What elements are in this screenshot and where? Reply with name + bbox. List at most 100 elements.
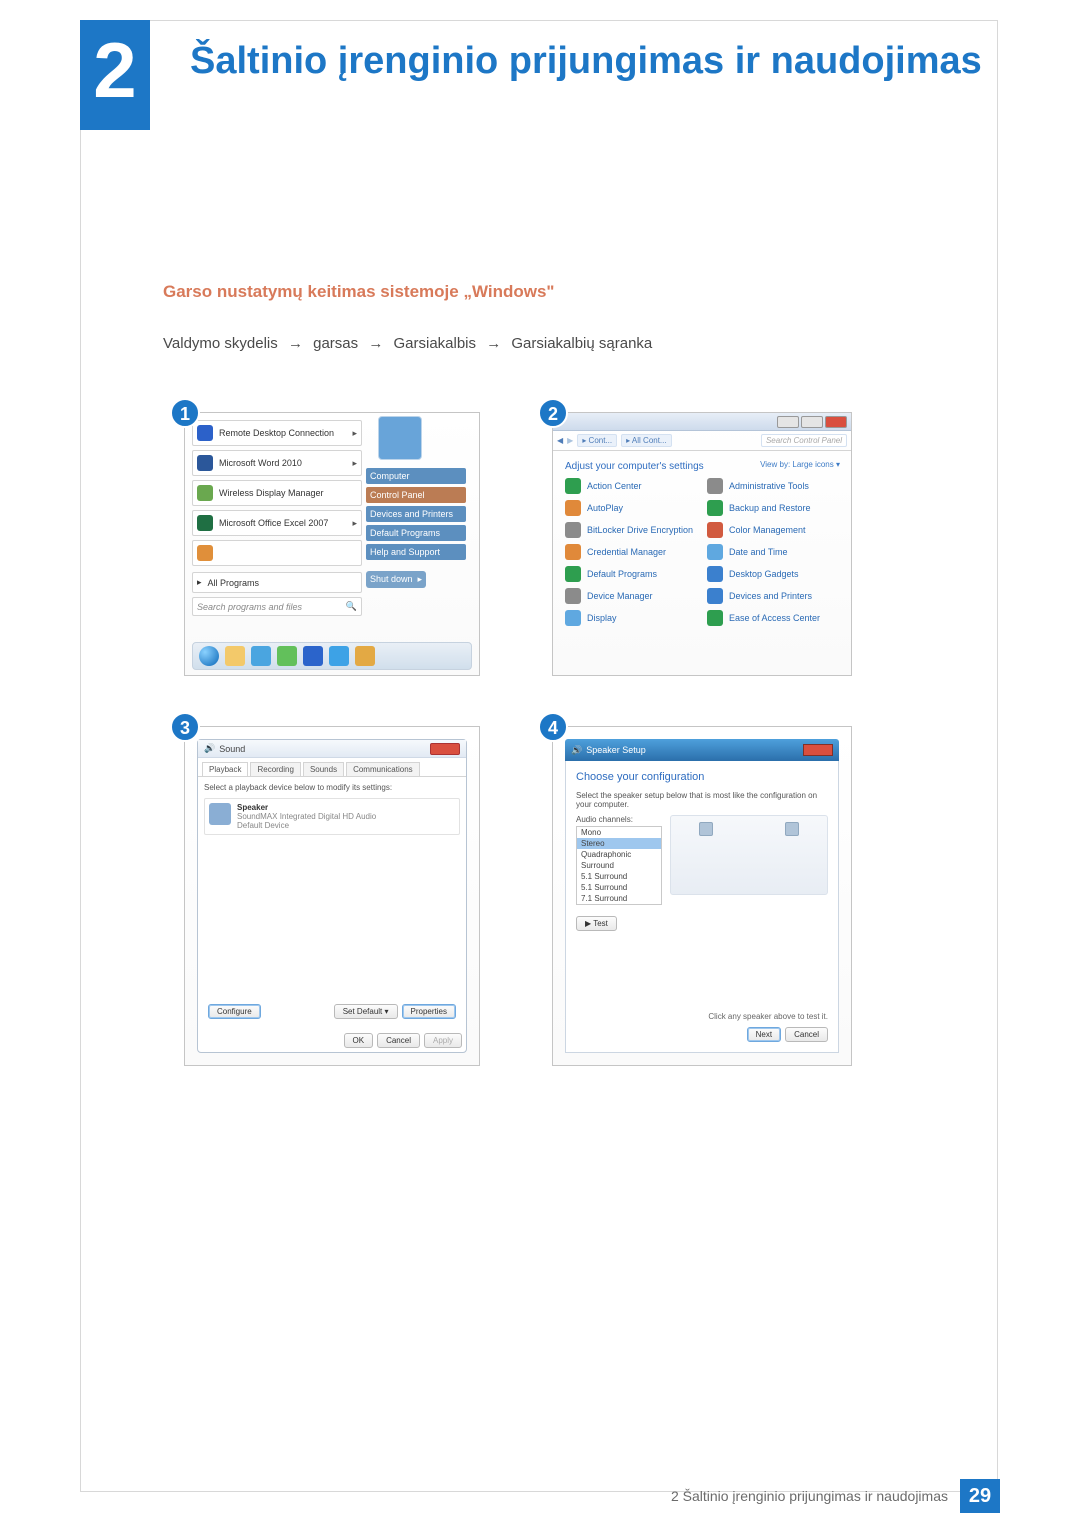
- gadgets-icon: [707, 566, 723, 582]
- apply-button[interactable]: Apply: [424, 1033, 462, 1048]
- tab-playback[interactable]: Playback: [202, 762, 248, 776]
- taskbar-icon[interactable]: [251, 646, 271, 666]
- start-menu-label: [219, 548, 222, 558]
- start-menu-item[interactable]: Microsoft Office Excel 2007▸: [192, 510, 362, 536]
- cp-item[interactable]: Device Manager: [565, 588, 697, 604]
- tab-communications[interactable]: Communications: [346, 762, 420, 776]
- channel-option[interactable]: 5.1 Surround: [577, 871, 661, 882]
- printer-icon: [707, 588, 723, 604]
- start-right-link[interactable]: Help and Support: [366, 544, 466, 560]
- tab-strip: Playback Recording Sounds Communications: [198, 758, 466, 777]
- close-icon[interactable]: [825, 416, 847, 428]
- speaker-right-icon[interactable]: [785, 822, 799, 836]
- breadcrumb[interactable]: ▸ Cont...: [577, 434, 617, 447]
- start-right-link[interactable]: Devices and Printers: [366, 506, 466, 522]
- back-icon[interactable]: ◀: [557, 436, 563, 445]
- speaker-left-icon[interactable]: [699, 822, 713, 836]
- cp-item[interactable]: Administrative Tools: [707, 478, 839, 494]
- speaker-icon: 🔊: [571, 745, 582, 756]
- screenshot-step-2: 2 ◀ ▶ ▸ Cont... ▸ All Cont... Search Con…: [552, 412, 852, 676]
- clock-icon: [707, 544, 723, 560]
- cp-item[interactable]: Devices and Printers: [707, 588, 839, 604]
- cancel-button[interactable]: Cancel: [785, 1027, 828, 1042]
- test-button[interactable]: ▶ Test: [576, 916, 617, 931]
- start-right-link[interactable]: Computer: [366, 468, 466, 484]
- cp-item-label: Backup and Restore: [729, 503, 811, 513]
- start-orb-icon[interactable]: [199, 646, 219, 666]
- cp-item-label: Color Management: [729, 525, 806, 535]
- step-badge-2: 2: [538, 398, 568, 428]
- maximize-icon[interactable]: [801, 416, 823, 428]
- channel-option[interactable]: Quadraphonic: [577, 849, 661, 860]
- arrow-icon: →: [368, 335, 383, 352]
- tab-sounds[interactable]: Sounds: [303, 762, 344, 776]
- next-button[interactable]: Next: [747, 1027, 781, 1042]
- screenshot-step-4: 4 🔊 Speaker Setup Choose your configurat…: [552, 726, 852, 1066]
- channel-option[interactable]: Surround: [577, 860, 661, 871]
- excel-icon: [197, 515, 213, 531]
- cp-item[interactable]: Color Management: [707, 522, 839, 538]
- screenshot-step-3: 3 🔊 Sound Playback Recording Sounds Comm…: [184, 726, 480, 1066]
- set-default-button[interactable]: Set Default ▾: [334, 1004, 398, 1019]
- cp-item[interactable]: Display: [565, 610, 697, 626]
- taskbar: [192, 642, 472, 670]
- taskbar-icon[interactable]: [355, 646, 375, 666]
- configure-button[interactable]: Configure: [208, 1004, 261, 1019]
- cp-item[interactable]: Date and Time: [707, 544, 839, 560]
- cp-item-label: Display: [587, 613, 617, 623]
- cancel-button[interactable]: Cancel: [377, 1033, 420, 1048]
- path-step-4: Garsiakalbių sąranka: [511, 335, 652, 352]
- view-by-dropdown[interactable]: View by: Large icons ▾: [760, 460, 840, 469]
- tab-recording[interactable]: Recording: [250, 762, 300, 776]
- cp-item[interactable]: AutoPlay: [565, 500, 697, 516]
- channels-listbox[interactable]: Mono Stereo Quadraphonic Surround 5.1 Su…: [576, 826, 662, 905]
- channel-option[interactable]: Mono: [577, 827, 661, 838]
- wizard-hint: Click any speaker above to test it.: [576, 1012, 828, 1021]
- close-icon[interactable]: [803, 744, 833, 756]
- start-menu-item[interactable]: Microsoft Word 2010▸: [192, 450, 362, 476]
- cp-item[interactable]: Default Programs: [565, 566, 697, 582]
- shutdown-button[interactable]: Shut down ▸: [366, 571, 426, 588]
- chapter-number-badge: 2: [80, 20, 150, 130]
- channel-option[interactable]: 7.1 Surround: [577, 893, 661, 904]
- forward-icon[interactable]: ▶: [567, 436, 573, 445]
- start-menu-item[interactable]: Wireless Display Manager: [192, 480, 362, 506]
- cp-item[interactable]: Action Center: [565, 478, 697, 494]
- close-icon[interactable]: [430, 743, 460, 755]
- breadcrumb[interactable]: ▸ All Cont...: [621, 434, 671, 447]
- address-bar[interactable]: ◀ ▶ ▸ Cont... ▸ All Cont... Search Contr…: [553, 431, 851, 451]
- cp-search-input[interactable]: Search Control Panel: [761, 434, 847, 447]
- all-programs-button[interactable]: ▸All Programs: [192, 572, 362, 593]
- start-right-link[interactable]: Default Programs: [366, 525, 466, 541]
- taskbar-icon[interactable]: [225, 646, 245, 666]
- path-step-1: Valdymo skydelis: [163, 335, 278, 352]
- control-panel-link[interactable]: Control Panel: [366, 487, 466, 503]
- chapter-title: Šaltinio įrenginio prijungimas ir naudoj…: [190, 40, 982, 83]
- properties-button[interactable]: Properties: [402, 1004, 456, 1019]
- taskbar-icon[interactable]: [329, 646, 349, 666]
- cp-item[interactable]: Credential Manager: [565, 544, 697, 560]
- start-search-input[interactable]: Search programs and files🔍: [192, 597, 362, 616]
- access-icon: [707, 610, 723, 626]
- channels-label: Audio channels:: [576, 815, 662, 824]
- start-menu-item[interactable]: [192, 540, 362, 566]
- playback-device-row[interactable]: Speaker SoundMAX Integrated Digital HD A…: [204, 798, 460, 835]
- chevron-right-icon: ▸: [352, 428, 357, 439]
- ok-button[interactable]: OK: [344, 1033, 374, 1048]
- search-placeholder: Search programs and files: [197, 602, 302, 612]
- start-menu-item[interactable]: Remote Desktop Connection▸: [192, 420, 362, 446]
- taskbar-icon[interactable]: [277, 646, 297, 666]
- cp-item-label: Desktop Gadgets: [729, 569, 799, 579]
- channel-option-selected[interactable]: Stereo: [577, 838, 661, 849]
- cp-item[interactable]: Desktop Gadgets: [707, 566, 839, 582]
- chevron-right-icon: ▸: [352, 518, 357, 529]
- minimize-icon[interactable]: [777, 416, 799, 428]
- chevron-right-icon: ▸: [352, 458, 357, 469]
- cp-item[interactable]: BitLocker Drive Encryption: [565, 522, 697, 538]
- page-footer: 2 Šaltinio įrenginio prijungimas ir naud…: [671, 1479, 1000, 1513]
- chevron-right-icon: ▸: [197, 577, 202, 588]
- cp-item[interactable]: Ease of Access Center: [707, 610, 839, 626]
- cp-item[interactable]: Backup and Restore: [707, 500, 839, 516]
- channel-option[interactable]: 5.1 Surround: [577, 882, 661, 893]
- taskbar-icon[interactable]: [303, 646, 323, 666]
